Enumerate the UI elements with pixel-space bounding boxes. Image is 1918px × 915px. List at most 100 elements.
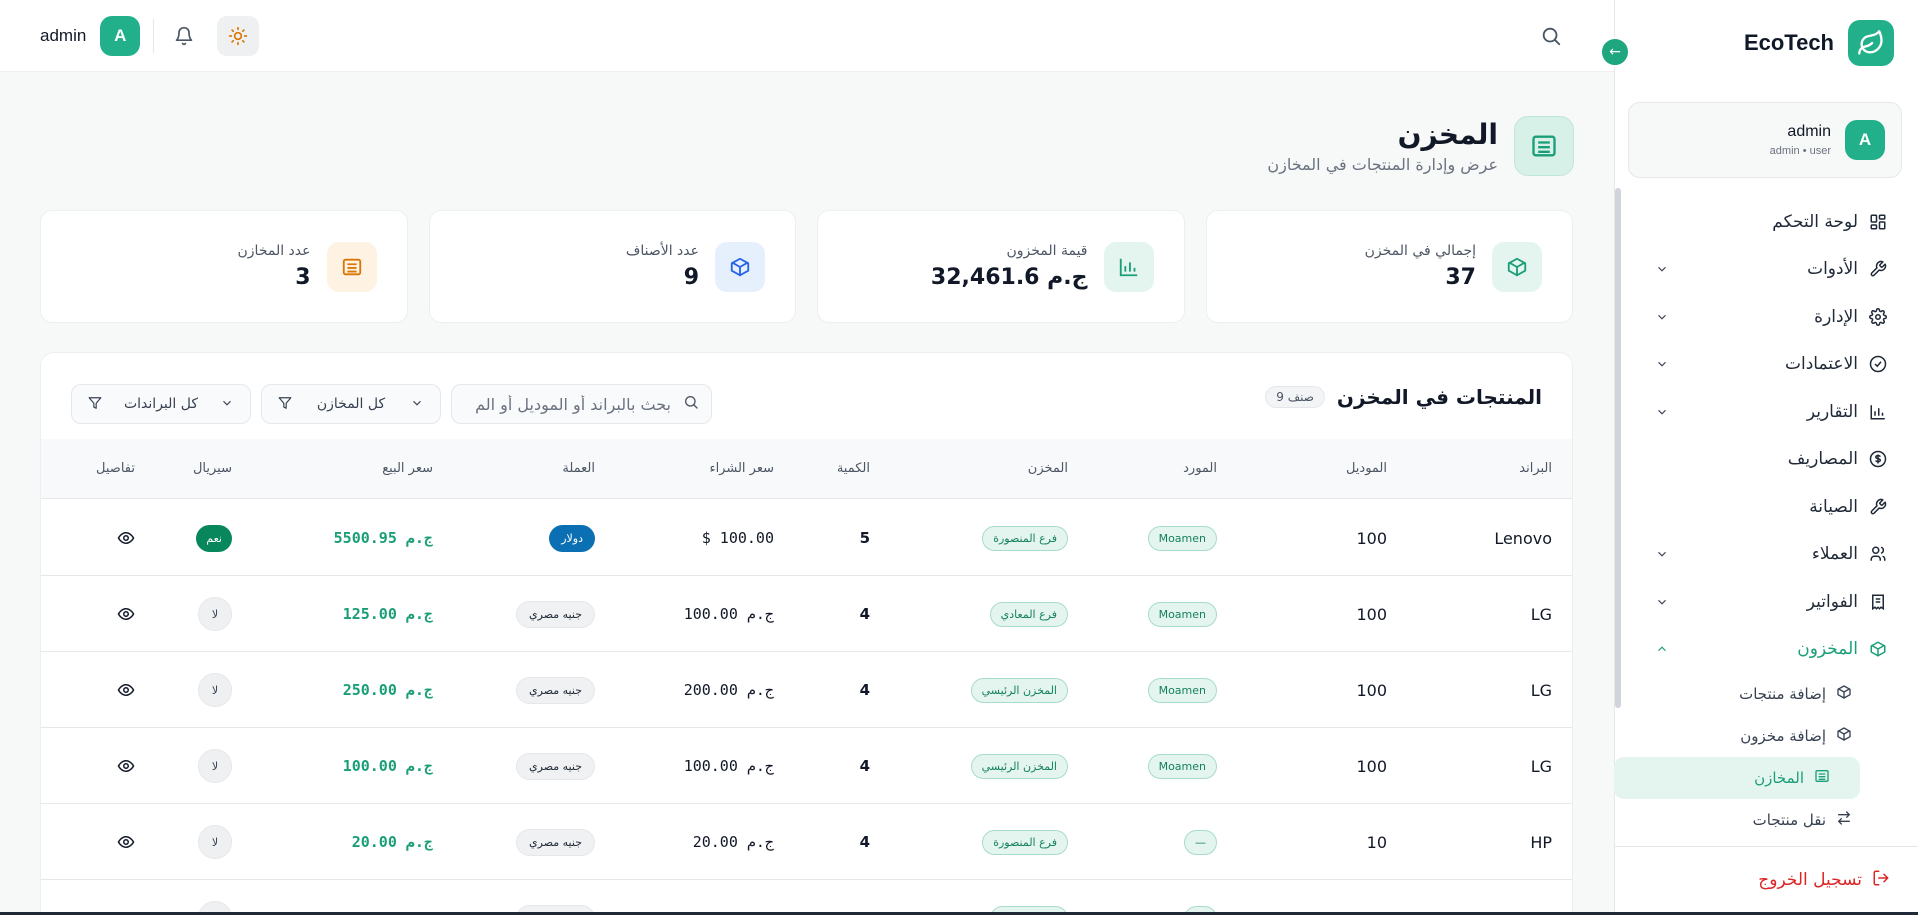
sidebar-item-invoices[interactable]: الفواتير [1614, 578, 1918, 626]
leaf-icon [1848, 20, 1894, 66]
eye-icon[interactable] [117, 880, 135, 915]
products-count-badge: 9 صنف [1265, 386, 1325, 408]
brand-filter-select[interactable]: كل البراندات [71, 384, 251, 424]
col-header-brand[interactable]: البراند [1519, 461, 1552, 476]
eye-icon[interactable] [117, 500, 135, 576]
sidebar-item-label: الأدوات [1807, 259, 1858, 280]
cell-model: 10 [1367, 880, 1387, 915]
box-icon [1836, 684, 1852, 704]
store-badge: فرع المنصورة [982, 525, 1068, 551]
bar-chart-icon [1868, 402, 1888, 422]
sidebar-item-maintenance[interactable]: الصيانة [1614, 483, 1918, 531]
sidebar-avatar: A [1845, 120, 1885, 160]
chevron-up-icon [1654, 641, 1670, 657]
sidebar-item-inventory[interactable]: المخزون [1614, 626, 1918, 674]
table-row[interactable]: LG 100 Moamen المخزن الرئيسي 4 100.00 ج.م جنيه… [41, 728, 1572, 804]
cell-brand: LG [1530, 680, 1552, 700]
cell-store: فرع المنصورة [982, 804, 1068, 880]
eye-icon[interactable] [117, 728, 135, 804]
brand[interactable]: EcoTech [1744, 20, 1894, 66]
store-badge: المخزن الرئيسي [970, 677, 1068, 703]
stat-label: قيمة المخزون [1006, 243, 1088, 259]
cell-buy-price: 100.00 ج.م [683, 605, 774, 623]
search-icon[interactable] [1540, 25, 1562, 47]
supplier-badge: — [1184, 829, 1217, 855]
stat-value: 3 [295, 265, 311, 290]
sidebar-user-name: admin [1787, 123, 1831, 140]
header-avatar[interactable]: A [100, 16, 141, 56]
sidebar-collapse-button[interactable]: ← [1600, 37, 1630, 67]
sidebar-item-dashboard[interactable]: لوحة التحكم [1614, 198, 1918, 246]
wrench-icon [1868, 497, 1888, 517]
chevron-down-icon [1654, 309, 1670, 325]
col-header-store[interactable]: المخزن [1028, 461, 1068, 476]
transfer-icon [1836, 810, 1852, 830]
box-icon [1492, 241, 1542, 292]
col-header-currency[interactable]: العملة [562, 461, 595, 476]
table-row[interactable]: Lenovo 100 Moamen فرع المنصورة 5 $ 100.00 دولا… [41, 500, 1572, 576]
col-header-supplier[interactable]: المورد [1183, 461, 1217, 476]
table-row[interactable]: HP 10 — فرع المعادي 3 10.00 ج.م جنيه مصري 10.00… [41, 880, 1572, 915]
header-user[interactable]: admin A [40, 16, 141, 56]
stat-value: 37 [1445, 265, 1476, 290]
col-header-sell-price[interactable]: سعر البيع [382, 461, 433, 476]
sidebar-item-tools[interactable]: الأدوات [1614, 246, 1918, 294]
sidebar-item-label: المخزون [1797, 639, 1858, 660]
logout-button[interactable]: تسجيل الخروج [1758, 869, 1890, 891]
col-header-serial[interactable]: سيريال [193, 461, 232, 476]
cell-brand: Lenovo [1494, 528, 1552, 548]
stat-label: إجمالي في المخزن [1364, 243, 1476, 259]
subnav-add-products[interactable]: إضافة منتجات [1614, 673, 1884, 715]
stat-label: عدد المخازن [237, 243, 311, 259]
sidebar-user-card[interactable]: A admin admin • user [1628, 102, 1902, 178]
products-search[interactable] [451, 384, 712, 424]
sidebar-item-approvals[interactable]: الاعتمادات [1614, 341, 1918, 389]
eye-icon[interactable] [117, 576, 135, 652]
sun-icon[interactable] [217, 16, 259, 56]
subnav-transfer-products[interactable]: نقل منتجات [1614, 799, 1884, 841]
subnav-label: إضافة مخزون [1740, 727, 1826, 745]
cell-qty: 5 [859, 529, 870, 547]
store-filter-select[interactable]: كل المخازن [261, 384, 441, 424]
subnav-warehouses[interactable]: المخازن [1614, 757, 1860, 799]
sidebar-item-label: التقارير [1806, 401, 1858, 422]
cell-sell-price: 125.00 ج.م [342, 605, 433, 623]
sidebar-item-management[interactable]: الإدارة [1614, 293, 1918, 341]
cell-qty: 3 [860, 880, 870, 915]
col-header-buy-price[interactable]: سعر الشراء [709, 461, 774, 476]
bell-icon[interactable] [172, 24, 196, 48]
box-icon [1868, 639, 1888, 659]
sidebar-item-expenses[interactable]: المصاريف [1614, 436, 1918, 484]
cell-currency: جنيه مصري [516, 880, 595, 915]
eye-icon[interactable] [117, 804, 135, 880]
inventory-subnav: إضافة منتجات إضافة مخزون المخازن نقل منت… [1614, 673, 1898, 841]
table-row[interactable]: LG 100 Moamen فرع المعادي 4 100.00 ج.م جنيه مص… [41, 576, 1572, 652]
col-header-model[interactable]: الموديل [1346, 461, 1387, 476]
table-row[interactable]: LG 100 Moamen المخزن الرئيسي 4 200.00 ج.م جنيه… [41, 652, 1572, 728]
sidebar-item-label: الاعتمادات [1785, 354, 1858, 375]
cell-currency: جنيه مصري [516, 804, 595, 880]
products-panel: المنتجات في المخزن 9 صنف كل المخازن كل ا… [40, 352, 1573, 915]
wrench-icon [1868, 259, 1888, 279]
supplier-badge: Moamen [1147, 525, 1217, 551]
table-row[interactable]: HP 10 — فرع المنصورة 4 20.00 ج.م جنيه مصري 20.0… [41, 804, 1572, 880]
store-badge: المخزن الرئيسي [970, 753, 1068, 779]
serial-badge: لا [198, 597, 232, 631]
store-badge: فرع المنصورة [982, 829, 1068, 855]
cell-supplier: — [1184, 880, 1217, 915]
eye-icon[interactable] [117, 652, 135, 728]
subnav-add-stock[interactable]: إضافة مخزون [1614, 715, 1884, 757]
cell-sell-price: 10.00 ج.م [352, 880, 433, 915]
currency-badge: دولار [549, 524, 595, 552]
sidebar-item-customers[interactable]: العملاء [1614, 531, 1918, 579]
sidebar-item-reports[interactable]: التقارير [1614, 388, 1918, 436]
sidebar: ← EcoTech A admin admin • user لوحة التح… [1600, 0, 1918, 915]
currency-badge: جنيه مصري [516, 752, 595, 780]
sidebar-item-label: لوحة التحكم [1772, 211, 1858, 232]
search-input[interactable] [471, 394, 671, 414]
cell-model: 100 [1356, 680, 1387, 700]
stat-text: قيمة المخزون 32,461.6 ج.م [931, 243, 1088, 290]
col-header-qty[interactable]: الكمية [837, 461, 870, 476]
brand-filter-label: كل البراندات [123, 396, 199, 412]
warehouse-icon [326, 241, 377, 292]
